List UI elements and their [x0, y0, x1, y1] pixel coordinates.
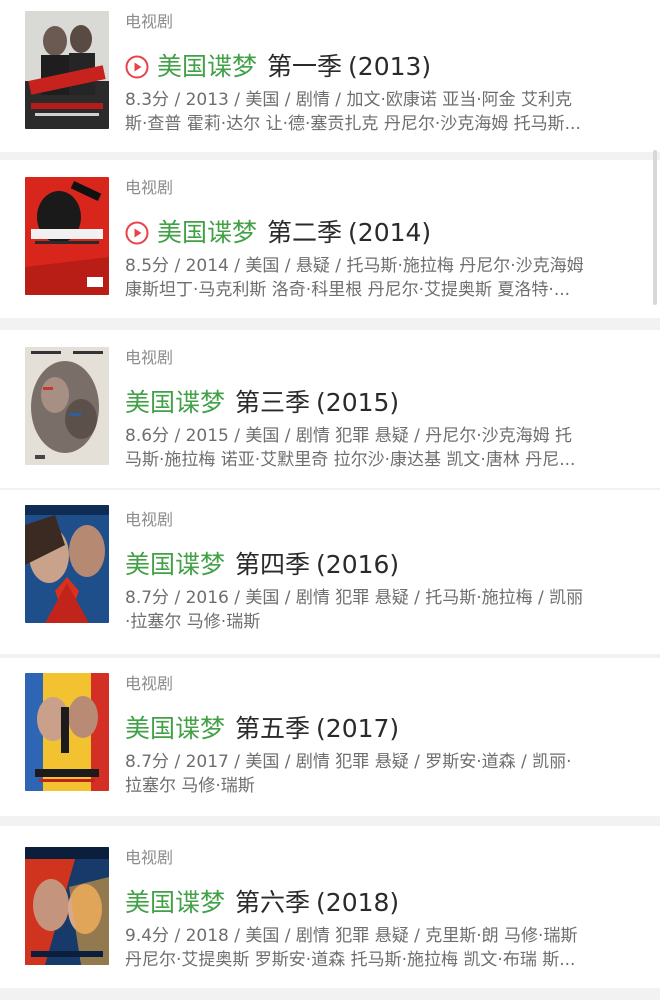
meta-info: 8.6分 / 2015 / 美国 / 剧情 犯罪 悬疑 / 丹尼尔·沙克海姆 托…: [125, 424, 635, 472]
poster-season-1[interactable]: [25, 11, 109, 129]
title-season[interactable]: 第四季: [235, 548, 310, 582]
poster-season-3[interactable]: [25, 347, 109, 465]
result-card-season-4[interactable]: 电视剧 美国谍梦 第四季 (2016) 8.7分 / 2016 / 美国 / 剧…: [0, 490, 660, 654]
result-card-season-1[interactable]: 电视剧 美国谍梦 第一季 (2013) 8.3分 / 2013 / 美国 / 剧…: [0, 0, 660, 152]
meta-line: 8.6分 / 2015 / 美国 / 剧情 犯罪 悬疑 / 丹尼尔·沙克海姆 托: [125, 426, 573, 446]
search-results-list: 电视剧 美国谍梦 第一季 (2013) 8.3分 / 2013 / 美国 / 剧…: [0, 0, 660, 1000]
meta-info: 9.4分 / 2018 / 美国 / 剧情 犯罪 悬疑 / 克里斯·朗 马修·瑞…: [125, 924, 635, 972]
title-link[interactable]: 美国谍梦 第三季 (2015): [125, 386, 645, 420]
category-label: 电视剧: [125, 348, 174, 367]
play-circle-icon[interactable]: [125, 221, 149, 245]
title-name[interactable]: 美国谍梦: [125, 886, 225, 920]
title-year[interactable]: (2018): [316, 886, 399, 920]
title-season[interactable]: 第五季: [235, 712, 310, 746]
poster-season-5[interactable]: [25, 673, 109, 791]
title-name[interactable]: 美国谍梦: [125, 548, 225, 582]
title-link[interactable]: 美国谍梦 第六季 (2018): [125, 886, 645, 920]
meta-info: 8.7分 / 2017 / 美国 / 剧情 犯罪 悬疑 / 罗斯安·道森 / 凯…: [125, 750, 635, 798]
title-season[interactable]: 第六季: [235, 886, 310, 920]
title-link[interactable]: 美国谍梦 第二季 (2014): [125, 216, 645, 250]
meta-line: 8.3分 / 2013 / 美国 / 剧情 / 加文·欧康诺 亚当·阿金 艾利克: [125, 90, 573, 110]
meta-info: 8.7分 / 2016 / 美国 / 剧情 犯罪 悬疑 / 托马斯·施拉梅 / …: [125, 586, 635, 634]
title-season[interactable]: 第二季: [267, 216, 342, 250]
meta-line: 斯·查普 霍莉·达尔 让·德·塞贡扎克 丹尼尔·沙克海姆 托马斯...: [125, 114, 581, 134]
title-year[interactable]: (2016): [316, 548, 399, 582]
meta-line: 8.5分 / 2014 / 美国 / 悬疑 / 托马斯·施拉梅 丹尼尔·沙克海姆: [125, 256, 584, 276]
title-year[interactable]: (2015): [316, 386, 399, 420]
category-label: 电视剧: [125, 510, 174, 529]
category-label: 电视剧: [125, 178, 174, 197]
title-season[interactable]: 第一季: [267, 50, 342, 84]
scrollbar[interactable]: [653, 150, 657, 305]
title-name[interactable]: 美国谍梦: [157, 216, 257, 250]
meta-line: 9.4分 / 2018 / 美国 / 剧情 犯罪 悬疑 / 克里斯·朗 马修·瑞…: [125, 926, 578, 946]
title-link[interactable]: 美国谍梦 第四季 (2016): [125, 548, 645, 582]
title-link[interactable]: 美国谍梦 第一季 (2013): [125, 50, 645, 84]
title-name[interactable]: 美国谍梦: [157, 50, 257, 84]
meta-line: 康斯坦丁·马克利斯 洛奇·科里根 丹尼尔·艾提奥斯 夏洛特·...: [125, 280, 571, 300]
title-name[interactable]: 美国谍梦: [125, 386, 225, 420]
result-card-season-2[interactable]: 电视剧 美国谍梦 第二季 (2014) 8.5分 / 2014 / 美国 / 悬…: [0, 160, 660, 318]
poster-season-6[interactable]: [25, 847, 109, 965]
category-label: 电视剧: [125, 848, 174, 867]
result-card-season-6[interactable]: 电视剧 美国谍梦 第六季 (2018) 9.4分 / 2018 / 美国 / 剧…: [0, 826, 660, 988]
result-card-season-5[interactable]: 电视剧 美国谍梦 第五季 (2017) 8.7分 / 2017 / 美国 / 剧…: [0, 658, 660, 816]
title-year[interactable]: (2014): [348, 216, 431, 250]
title-year[interactable]: (2017): [316, 712, 399, 746]
meta-line: 拉塞尔 马修·瑞斯: [125, 776, 255, 796]
meta-line: ·拉塞尔 马修·瑞斯: [125, 612, 261, 632]
poster-season-4[interactable]: [25, 505, 109, 623]
result-card-season-3[interactable]: 电视剧 美国谍梦 第三季 (2015) 8.6分 / 2015 / 美国 / 剧…: [0, 330, 660, 488]
title-link[interactable]: 美国谍梦 第五季 (2017): [125, 712, 645, 746]
title-name[interactable]: 美国谍梦: [125, 712, 225, 746]
category-label: 电视剧: [125, 674, 174, 693]
title-season[interactable]: 第三季: [235, 386, 310, 420]
poster-season-2[interactable]: [25, 177, 109, 295]
title-year[interactable]: (2013): [348, 50, 431, 84]
meta-line: 8.7分 / 2017 / 美国 / 剧情 犯罪 悬疑 / 罗斯安·道森 / 凯…: [125, 752, 572, 772]
meta-line: 马斯·施拉梅 诺亚·艾默里奇 拉尔沙·康达基 凯文·唐林 丹尼...: [125, 450, 576, 470]
meta-line: 8.7分 / 2016 / 美国 / 剧情 犯罪 悬疑 / 托马斯·施拉梅 / …: [125, 588, 584, 608]
category-label: 电视剧: [125, 12, 174, 31]
meta-info: 8.5分 / 2014 / 美国 / 悬疑 / 托马斯·施拉梅 丹尼尔·沙克海姆…: [125, 254, 635, 302]
meta-info: 8.3分 / 2013 / 美国 / 剧情 / 加文·欧康诺 亚当·阿金 艾利克…: [125, 88, 635, 136]
play-circle-icon[interactable]: [125, 55, 149, 79]
meta-line: 丹尼尔·艾提奥斯 罗斯安·道森 托马斯·施拉梅 凯文·布瑞 斯...: [125, 950, 576, 970]
